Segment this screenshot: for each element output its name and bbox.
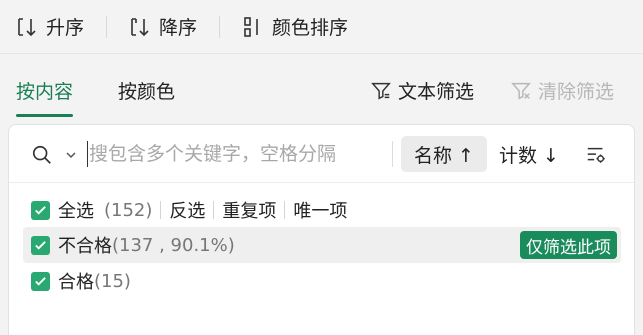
color-sort-label: 颜色排序 xyxy=(272,17,349,39)
sort-by-count-button[interactable]: 计数 ↓ xyxy=(499,136,569,172)
sort-desc-button[interactable]: 降序 xyxy=(129,13,197,40)
item-checkbox[interactable] xyxy=(31,235,50,255)
select-all-count: (152) xyxy=(104,199,153,221)
search-icon[interactable] xyxy=(31,144,53,166)
item-label: 合格 xyxy=(58,272,94,293)
toolbar-divider xyxy=(106,15,108,38)
select-all-checkbox[interactable] xyxy=(31,200,50,220)
color-sort-button[interactable]: 颜色排序 xyxy=(242,13,348,40)
sort-desc-icon xyxy=(131,17,149,36)
search-input[interactable] xyxy=(89,139,389,169)
text-cursor xyxy=(87,141,88,167)
divider xyxy=(213,201,215,219)
invert-selection-link[interactable]: 反选 xyxy=(169,197,205,223)
unique-link[interactable]: 唯一项 xyxy=(293,197,347,223)
text-filter-label: 文本筛选 xyxy=(398,81,475,103)
list-item[interactable]: 合格 (15) xyxy=(23,263,621,299)
select-all-label[interactable]: 全选 xyxy=(58,197,94,223)
filter-tabs: 按内容 按颜色 文本筛选 清除筛选 xyxy=(0,55,643,120)
list-settings-icon[interactable] xyxy=(585,144,607,166)
color-sort-icon xyxy=(244,16,258,37)
text-filter-button[interactable]: 文本筛选 xyxy=(370,77,474,104)
sort-toolbar: 升序 降序 颜色排序 xyxy=(0,0,643,54)
search-row: 名称 ↑ 计数 ↓ xyxy=(9,125,634,183)
sort-by-name-button[interactable]: 名称 ↑ xyxy=(401,136,487,172)
item-count: (137 , 90.1%) xyxy=(112,234,235,256)
sort-asc-button[interactable]: 升序 xyxy=(16,13,84,40)
item-checkbox[interactable] xyxy=(31,271,50,291)
item-count: (15) xyxy=(94,270,131,292)
check-icon xyxy=(35,276,46,286)
divider xyxy=(284,201,286,219)
check-icon xyxy=(35,205,46,215)
toolbar-divider xyxy=(219,15,221,38)
clear-filter-button[interactable]: 清除筛选 xyxy=(510,77,614,104)
select-all-row: 全选 (152) 反选 重复项 唯一项 xyxy=(23,192,621,228)
clear-funnel-icon xyxy=(511,82,531,100)
divider xyxy=(160,201,162,219)
only-filter-this-button[interactable]: 仅筛选此项 xyxy=(520,231,617,259)
filter-panel: 名称 ↑ 计数 ↓ 全选 (152) 反选 重复项 唯一项 不合格 (137 ,… xyxy=(8,124,635,335)
chevron-down-icon[interactable] xyxy=(65,150,77,160)
sort-asc-label: 升序 xyxy=(46,17,85,39)
list-item[interactable]: 不合格 (137 , 90.1%) 仅筛选此项 xyxy=(23,227,621,263)
tab-by-color[interactable]: 按颜色 xyxy=(118,77,175,104)
item-label: 不合格 xyxy=(58,236,112,257)
duplicates-link[interactable]: 重复项 xyxy=(222,197,276,223)
search-divider xyxy=(392,141,393,167)
tab-by-content[interactable]: 按内容 xyxy=(16,77,74,117)
clear-filter-label: 清除筛选 xyxy=(538,81,615,103)
check-icon xyxy=(35,240,46,250)
sort-desc-label: 降序 xyxy=(159,17,198,39)
funnel-icon xyxy=(371,82,391,100)
sort-asc-icon xyxy=(18,17,36,36)
